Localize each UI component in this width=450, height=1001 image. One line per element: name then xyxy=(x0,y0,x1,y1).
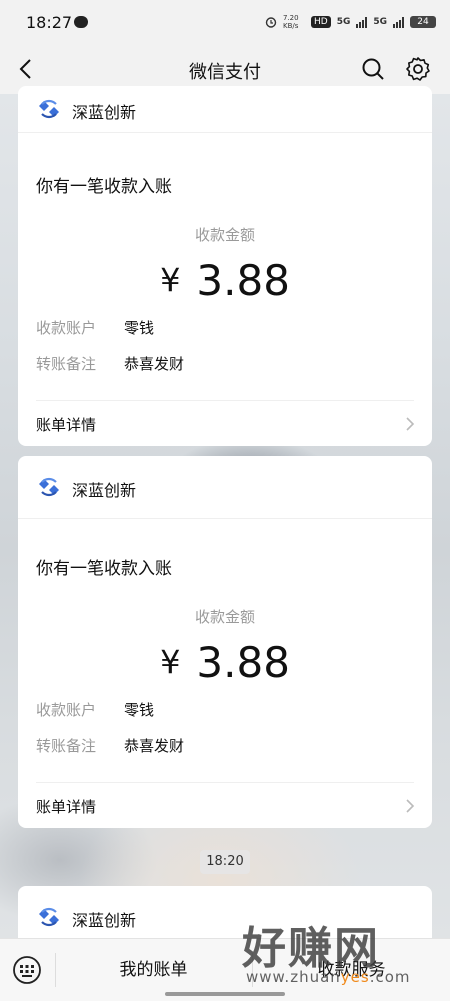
search-icon[interactable] xyxy=(360,56,386,82)
bill-detail-label: 账单详情 xyxy=(36,416,97,434)
currency-symbol: ¥ xyxy=(160,261,181,299)
bill-detail-link[interactable]: 账单详情 xyxy=(18,784,432,828)
account-label: 收款账户 xyxy=(36,701,97,719)
system-icons: 7.20 KB/s HD 5G 5G 24 xyxy=(265,14,436,30)
brand-logo-icon xyxy=(39,99,59,119)
divider xyxy=(36,782,414,783)
card-header: 深蓝创新 xyxy=(18,86,432,133)
bill-detail-label: 账单详情 xyxy=(36,798,97,816)
gear-icon[interactable] xyxy=(404,55,432,83)
card-header: 深蓝创新 xyxy=(18,886,432,946)
remark-value: 恭喜发财 xyxy=(124,355,185,373)
back-icon[interactable] xyxy=(14,56,40,82)
signal-icon-2 xyxy=(393,16,404,28)
currency-symbol: ¥ xyxy=(160,643,181,681)
payment-card-1: 深蓝创新 你有一笔收款入账 收款金额 ¥3.88 收款账户 零钱 转账备注 恭喜… xyxy=(18,86,432,446)
card-header: 深蓝创新 xyxy=(18,456,432,519)
account-value: 零钱 xyxy=(124,319,155,337)
home-indicator xyxy=(165,992,285,996)
brand-name: 深蓝创新 xyxy=(72,103,137,122)
hd-badge: HD xyxy=(310,16,331,28)
message-notification-icon xyxy=(74,16,88,28)
remark-label: 转账备注 xyxy=(36,737,97,755)
bill-detail-link[interactable]: 账单详情 xyxy=(18,402,432,446)
account-label: 收款账户 xyxy=(36,319,97,337)
brand-logo-icon xyxy=(39,477,59,497)
divider xyxy=(36,400,414,401)
amount-value: ¥3.88 xyxy=(18,256,432,305)
amount-value: ¥3.88 xyxy=(18,638,432,687)
battery-icon: 24 xyxy=(410,16,436,28)
notice-title: 你有一笔收款入账 xyxy=(36,559,172,579)
payment-card-3: 深蓝创新 xyxy=(18,886,432,946)
amount-number: 3.88 xyxy=(196,256,290,305)
status-bar: 18:27 7.20 KB/s HD 5G 5G 24 xyxy=(0,0,450,46)
brand-logo-icon xyxy=(39,907,59,927)
network-speed: 7.20 KB/s xyxy=(282,14,299,30)
account-value: 零钱 xyxy=(124,701,155,719)
brand-name: 深蓝创新 xyxy=(72,911,137,930)
amount-number: 3.88 xyxy=(196,638,290,687)
brand-name: 深蓝创新 xyxy=(72,481,137,500)
amount-label: 收款金额 xyxy=(194,608,255,626)
sim2-label: 5G xyxy=(373,17,387,27)
amount-label: 收款金额 xyxy=(194,226,255,244)
signal-icon xyxy=(356,16,368,28)
payment-card-2: 深蓝创新 你有一笔收款入账 收款金额 ¥3.88 收款账户 零钱 转账备注 恭喜… xyxy=(18,456,432,828)
remark-label: 转账备注 xyxy=(36,355,97,373)
alarm-icon xyxy=(265,17,277,28)
message-timestamp: 18:20 xyxy=(200,850,250,874)
sim1-label: 5G xyxy=(336,17,351,27)
notice-title: 你有一笔收款入账 xyxy=(36,177,172,197)
chevron-right-icon xyxy=(406,417,415,431)
status-time: 18:27 xyxy=(26,13,73,32)
chevron-right-icon xyxy=(406,799,415,813)
keyboard-icon[interactable] xyxy=(12,955,42,985)
remark-value: 恭喜发财 xyxy=(124,737,185,755)
